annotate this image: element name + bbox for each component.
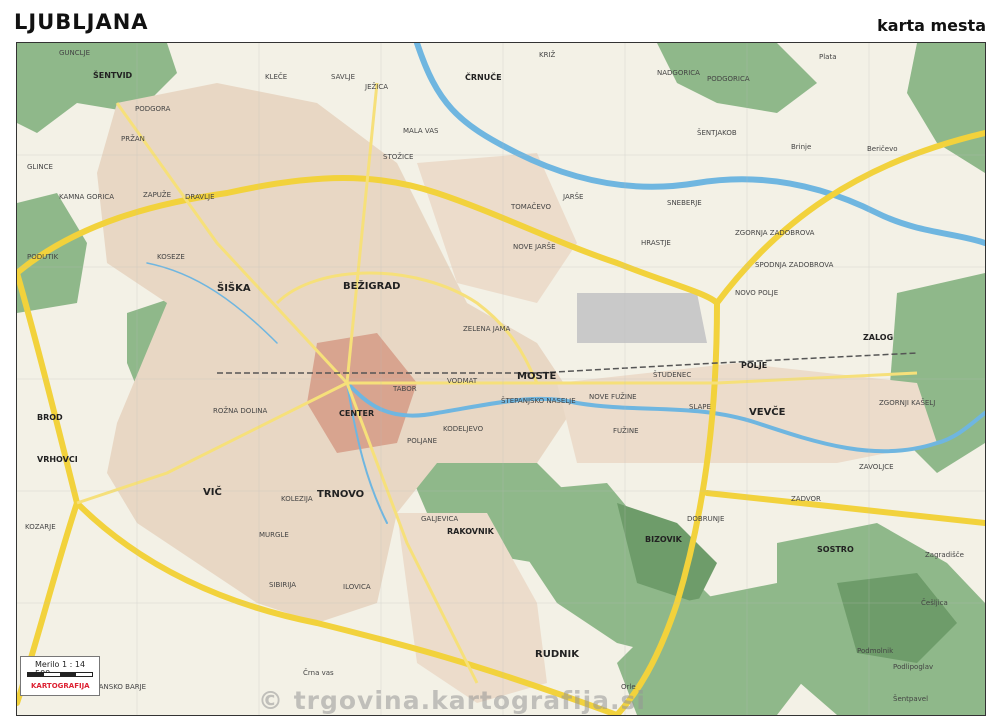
label-zavoljce[interactable]: ZAVOLJCE [859,463,894,471]
label-sp-zadobrova[interactable]: SPODNJA ZADOBROVA [755,261,833,269]
label-zalog[interactable]: ZALOG [863,333,893,342]
label-kozarje[interactable]: KOZARJE [25,523,56,531]
label-sentvid[interactable]: ŠENTVID [93,71,132,80]
label-sostro[interactable]: SOSTRO [817,545,854,554]
label-podutik[interactable]: PODUTIK [27,253,58,261]
label-sibirija[interactable]: SIBIRIJA [269,581,296,589]
label-mala-vas[interactable]: MALA VAS [403,127,438,135]
label-bezigrad[interactable]: BEŽIGRAD [343,281,400,292]
label-kamna-gorica[interactable]: KAMNA GORICA [59,193,114,201]
label-sneberje[interactable]: SNEBERJE [667,199,702,207]
label-slape[interactable]: SLAPE [689,403,711,411]
label-dravlje[interactable]: DRAVLJE [185,193,215,201]
label-rakovnik[interactable]: RAKOVNIK [447,527,494,536]
label-studenec[interactable]: ŠTUDENEC [653,371,691,379]
label-podgora[interactable]: PODGORA [135,105,170,113]
label-koseze[interactable]: KOSEZE [157,253,185,261]
label-stozice[interactable]: STOŽICE [383,153,413,161]
label-klece[interactable]: KLEČE [265,73,287,81]
label-zg-kasel[interactable]: ZGORNJI KAŠELJ [879,399,935,407]
label-ilovica[interactable]: ILOVICA [343,583,371,591]
label-jezica[interactable]: JEŽICA [365,83,388,91]
label-siska[interactable]: ŠIŠKA [217,283,251,294]
scale-bar [27,672,93,677]
label-sentpavel[interactable]: Šentpavel [893,695,928,703]
label-rudnik[interactable]: RUDNIK [535,649,579,660]
label-kriz[interactable]: KRIŽ [539,51,555,59]
label-novo-polje[interactable]: NOVO POLJE [735,289,778,297]
map-canvas[interactable] [17,43,985,715]
label-zapuze[interactable]: ZAPUŽE [143,191,171,199]
label-tomacevo[interactable]: TOMAČEVO [511,203,551,211]
label-vodmat[interactable]: VODMAT [447,377,477,385]
label-vrhovci[interactable]: VRHOVCI [37,455,78,464]
label-kodeljevo[interactable]: KODELJEVO [443,425,483,433]
scale-legend: Merilo 1 : 14 500 KARTOGRAFIJA [20,656,100,696]
label-vic[interactable]: VIČ [203,487,222,498]
kartografija-logo: KARTOGRAFIJA [31,682,90,690]
watermark: © trgovina.kartografija.si [258,686,646,715]
label-tabor[interactable]: TABOR [393,385,417,393]
label-zagradisce[interactable]: Zagradišče [925,551,964,559]
label-moste[interactable]: MOSTE [517,371,556,382]
label-podmolnik[interactable]: Podmolnik [857,647,893,655]
label-galjevica[interactable]: GALJEVICA [421,515,458,523]
label-plata[interactable]: Plata [819,53,837,61]
industrial-zone [577,293,707,343]
label-vevce[interactable]: VEVČE [749,407,785,418]
label-zadvor[interactable]: ZADVOR [791,495,821,503]
label-rozna-dolina[interactable]: ROŽNA DOLINA [213,407,267,415]
label-dobrunje[interactable]: DOBRUNJE [687,515,724,523]
map-frame[interactable]: ŠENTVID GUNCLJE PODGORA PRŽAN ČRNUČE JEŽ… [16,42,986,716]
label-polje[interactable]: POLJE [741,361,767,370]
label-bericevo[interactable]: Beričevo [867,145,898,153]
label-crnuce[interactable]: ČRNUČE [465,73,502,82]
map-title: LJUBLJANA [14,10,149,34]
label-nadgorica[interactable]: NADGORICA [657,69,700,77]
label-brod[interactable]: BROD [37,413,63,422]
label-center[interactable]: CENTER [339,409,374,418]
label-sentjakob[interactable]: ŠENTJAKOB [697,129,737,137]
label-zelena-jama[interactable]: ZELENA JAMA [463,325,510,333]
label-jarse[interactable]: JARŠE [563,193,583,201]
label-bizovik[interactable]: BIZOVIK [645,535,682,544]
map-subtitle: karta mesta [877,16,986,35]
label-zg-zadobrova[interactable]: ZGORNJA ZADOBROVA [735,229,814,237]
label-ceslica[interactable]: Češljica [921,599,948,607]
label-savlje[interactable]: SAVLJE [331,73,355,81]
label-kolezija[interactable]: KOLEZIJA [281,495,313,503]
label-hrastje[interactable]: HRASTJE [641,239,671,247]
label-poljane[interactable]: POLJANE [407,437,437,445]
label-crna-vas[interactable]: Črna vas [303,669,334,677]
label-brinje[interactable]: Brinje [791,143,811,151]
label-podgorica[interactable]: PODGORICA [707,75,750,83]
label-nove-jarse[interactable]: NOVE JARŠE [513,243,556,251]
label-nove-fuzine[interactable]: NOVE FUŽINE [589,393,637,401]
label-trnovo[interactable]: TRNOVO [317,489,364,500]
label-przan[interactable]: PRŽAN [121,135,145,143]
label-glince[interactable]: GLINCE [27,163,53,171]
label-gunclje[interactable]: GUNCLJE [59,49,90,57]
label-podlipoglav[interactable]: Podlipoglav [893,663,933,671]
label-fuzine[interactable]: FUŽINE [613,427,639,435]
label-murgle[interactable]: MURGLE [259,531,289,539]
label-stepanjsko[interactable]: ŠTEPANJSKO NASELJE [501,397,576,405]
